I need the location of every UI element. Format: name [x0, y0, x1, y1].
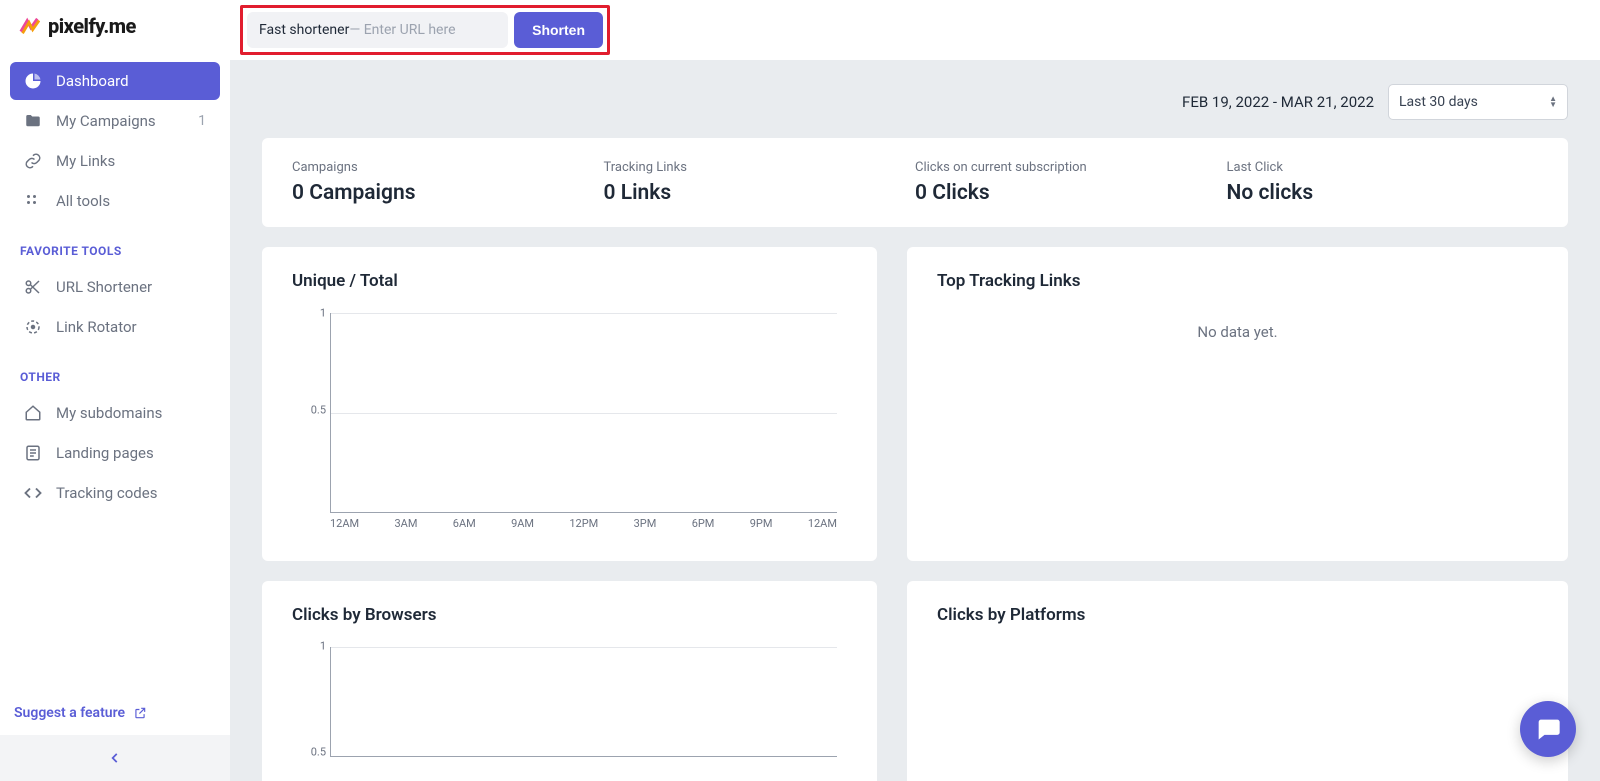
chat-fab[interactable] — [1520, 701, 1576, 757]
panel-title: Unique / Total — [292, 271, 847, 291]
nav-item-label: All tools — [56, 192, 206, 210]
stat-campaigns: Campaigns 0 Campaigns — [292, 160, 604, 205]
brand-logo-icon — [18, 15, 40, 37]
nav-all-tools[interactable]: All tools — [10, 182, 220, 220]
stat-last-click: Last Click No clicks — [1227, 160, 1539, 205]
suggest-label: Suggest a feature — [14, 705, 125, 721]
nav-item-label: Link Rotator — [56, 318, 206, 336]
select-arrows-icon: ▲▼ — [1549, 96, 1557, 108]
nav-item-label: My Links — [56, 152, 206, 170]
panel-unique-total: Unique / Total 1 0.5 12AM 3AM — [262, 247, 877, 561]
y-tick: 0.5 — [311, 404, 326, 417]
nav-subdomains[interactable]: My subdomains — [10, 394, 220, 432]
no-data-message: No data yet. — [937, 307, 1538, 349]
panel-title: Clicks by Platforms — [937, 605, 1538, 625]
date-range-label: FEB 19, 2022 - MAR 21, 2022 — [1182, 93, 1374, 111]
fast-shortener-widget: Fast shortener — Enter URL here Shorten — [240, 5, 610, 55]
page-icon — [24, 444, 42, 462]
nav-links[interactable]: My Links — [10, 142, 220, 180]
shortener-input[interactable]: Fast shortener — Enter URL here — [247, 12, 508, 48]
x-tick: 6AM — [453, 517, 476, 537]
folder-icon — [24, 112, 42, 130]
scissors-icon — [24, 278, 42, 296]
x-tick: 3PM — [634, 517, 657, 537]
link-icon — [24, 152, 42, 170]
x-tick: 12AM — [808, 517, 837, 537]
stat-clicks: Clicks on current subscription 0 Clicks — [915, 160, 1227, 205]
x-tick: 6PM — [692, 517, 715, 537]
external-link-icon — [133, 706, 147, 720]
y-tick: 0.5 — [311, 746, 326, 759]
other-nav: My subdomains Landing pages Tracking cod… — [0, 394, 230, 512]
panel-title: Top Tracking Links — [937, 271, 1538, 291]
nav-item-label: URL Shortener — [56, 278, 206, 296]
sidebar: pixelfy.me Dashboard My Campaigns 1 My L… — [0, 0, 230, 781]
nav-item-label: Tracking codes — [56, 484, 206, 502]
section-other: OTHER — [0, 346, 230, 394]
sidebar-collapse-button[interactable] — [0, 735, 230, 781]
panel-clicks-by-platforms: Clicks by Platforms — [907, 581, 1568, 781]
nav-item-label: Landing pages — [56, 444, 206, 462]
date-preset-value: Last 30 days — [1399, 94, 1478, 110]
nav-landing-pages[interactable]: Landing pages — [10, 434, 220, 472]
brand-name: pixelfy.me — [48, 14, 136, 38]
browsers-chart: 1 0.5 — [302, 641, 847, 781]
panel-title: Clicks by Browsers — [292, 605, 847, 625]
nav-item-label: Dashboard — [56, 72, 206, 90]
nav-tracking-codes[interactable]: Tracking codes — [10, 474, 220, 512]
topbar: Fast shortener — Enter URL here Shorten — [230, 0, 1600, 60]
pie-icon — [24, 72, 42, 90]
stat-label: Clicks on current subscription — [915, 160, 1227, 175]
x-tick: 3AM — [394, 517, 417, 537]
date-preset-select[interactable]: Last 30 days ▲▼ — [1388, 84, 1568, 120]
shortener-placeholder: — Enter URL here — [349, 22, 455, 38]
dashboard-content: FEB 19, 2022 - MAR 21, 2022 Last 30 days… — [230, 60, 1600, 781]
grid-icon — [24, 192, 42, 210]
stat-value: No clicks — [1227, 181, 1539, 205]
shorten-button[interactable]: Shorten — [514, 12, 603, 48]
section-favorite-tools: FAVORITE TOOLS — [0, 220, 230, 268]
unique-total-chart: 1 0.5 12AM 3AM 6AM 9AM 12PM — [302, 307, 847, 537]
stat-label: Tracking Links — [604, 160, 916, 175]
x-tick: 12AM — [330, 517, 359, 537]
y-tick: 1 — [320, 639, 326, 652]
nav-item-label: My subdomains — [56, 404, 206, 422]
x-tick: 12PM — [569, 517, 598, 537]
brand[interactable]: pixelfy.me — [0, 0, 230, 62]
rotate-icon — [24, 318, 42, 336]
stat-label: Last Click — [1227, 160, 1539, 175]
main-nav: Dashboard My Campaigns 1 My Links All to… — [0, 62, 230, 220]
nav-dashboard[interactable]: Dashboard — [10, 62, 220, 100]
x-tick: 9PM — [750, 517, 773, 537]
tool-url-shortener[interactable]: URL Shortener — [10, 268, 220, 306]
stat-label: Campaigns — [292, 160, 604, 175]
panel-clicks-by-browsers: Clicks by Browsers 1 0.5 — [262, 581, 877, 781]
stat-value: 0 Clicks — [915, 181, 1227, 205]
y-tick: 1 — [320, 307, 326, 320]
nav-badge: 1 — [198, 113, 206, 129]
nav-item-label: My Campaigns — [56, 112, 184, 130]
nav-campaigns[interactable]: My Campaigns 1 — [10, 102, 220, 140]
tool-link-rotator[interactable]: Link Rotator — [10, 308, 220, 346]
x-tick: 9AM — [511, 517, 534, 537]
chat-icon — [1534, 715, 1562, 743]
favorite-tools-nav: URL Shortener Link Rotator — [0, 268, 230, 346]
stats-card: Campaigns 0 Campaigns Tracking Links 0 L… — [262, 138, 1568, 227]
stat-value: 0 Campaigns — [292, 181, 604, 205]
suggest-feature-link[interactable]: Suggest a feature — [0, 705, 230, 721]
home-icon — [24, 404, 42, 422]
panel-top-tracking-links: Top Tracking Links No data yet. — [907, 247, 1568, 561]
stat-tracking-links: Tracking Links 0 Links — [604, 160, 916, 205]
code-icon — [24, 484, 42, 502]
chevron-left-icon — [108, 751, 122, 765]
stat-value: 0 Links — [604, 181, 916, 205]
shortener-prefix: Fast shortener — [259, 22, 349, 38]
